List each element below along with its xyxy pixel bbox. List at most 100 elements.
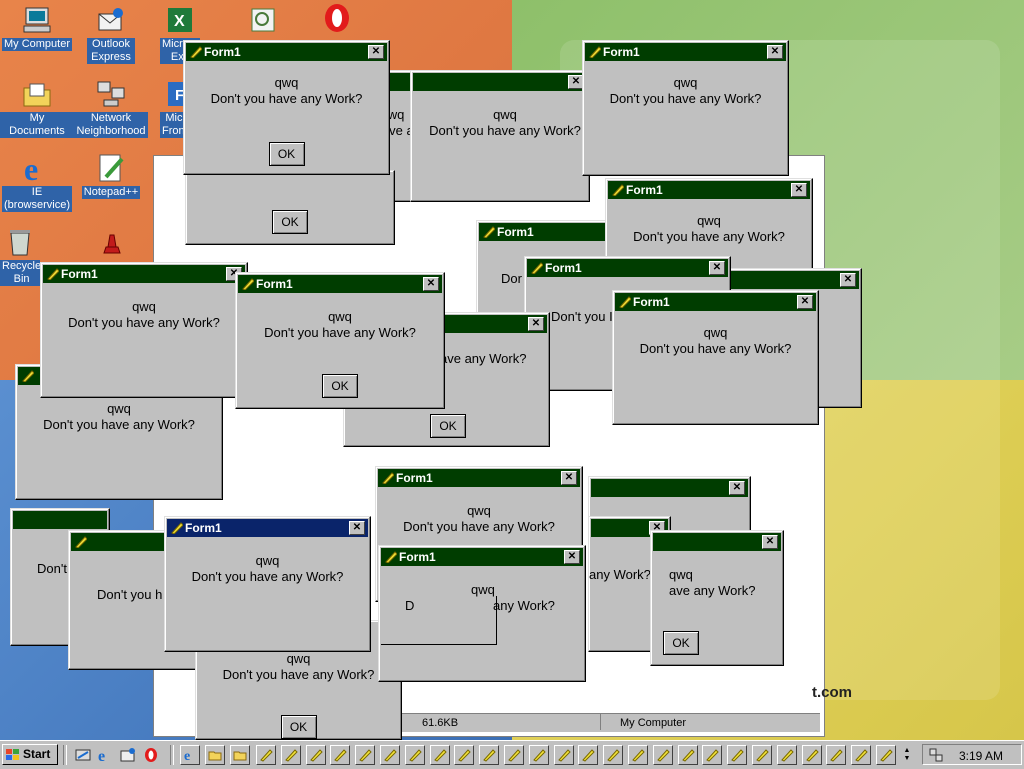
taskbar-button-form1[interactable] (776, 745, 797, 765)
close-icon[interactable]: ✕ (729, 481, 745, 495)
quicklaunch-ie-icon[interactable]: e (96, 746, 114, 764)
close-icon[interactable]: ✕ (423, 277, 439, 291)
taskbar-button-form1[interactable] (727, 745, 748, 765)
form1-dialog[interactable]: ✕ qwq ave any Work? OK (650, 530, 784, 666)
ok-button[interactable]: OK (272, 210, 308, 234)
dialog-message-fragment: ave any Work? (440, 351, 527, 366)
taskbar-button-form1[interactable] (305, 745, 326, 765)
dialog-title-bar[interactable]: Form1 ✕ (615, 293, 816, 311)
taskbar-button-ie[interactable]: e (180, 745, 200, 765)
close-icon[interactable]: ✕ (561, 471, 577, 485)
recycle-bin-icon (4, 226, 36, 258)
ok-button[interactable]: OK (430, 414, 466, 438)
taskbar-button-form1[interactable] (454, 745, 475, 765)
taskbar-button-form1[interactable] (504, 745, 524, 765)
taskbar-button-form1[interactable] (404, 745, 425, 765)
form1-dialog[interactable]: Form1 ✕ qwq Don't you have any Work? (612, 290, 819, 425)
desktop-icon-notepad-plus-plus[interactable]: Notepad++ (74, 152, 148, 199)
close-icon[interactable]: ✕ (791, 183, 807, 197)
ok-button[interactable]: OK (280, 715, 317, 739)
desktop-icon-network-neighborhood[interactable]: Network Neighborhood (74, 78, 148, 138)
form-pen-icon (607, 749, 620, 762)
dialog-title-bar[interactable]: Form1✕ (527, 259, 728, 277)
taskbar-scroll-arrows[interactable]: ▲ ▼ (900, 745, 914, 765)
taskbar-button-form1[interactable] (553, 745, 574, 765)
taskbar-button-form1[interactable] (429, 745, 450, 765)
taskbar-button-form1[interactable] (380, 745, 400, 765)
form1-dialog-active[interactable]: Form1 ✕ qwq Don't you have any Work? (164, 516, 371, 652)
close-icon[interactable]: ✕ (349, 521, 365, 535)
taskbar-button-form1[interactable] (677, 745, 698, 765)
desktop: My Computer Outlook Express X Microsoft … (0, 0, 1024, 740)
dialog-title-bar[interactable]: Form1✕ (381, 548, 583, 566)
dialog-title-bar[interactable]: Form1✕ (608, 181, 810, 199)
taskbar-button-form1[interactable] (528, 745, 549, 765)
taskbar-button-form1[interactable] (801, 745, 822, 765)
clock[interactable]: 3:19 AM (959, 749, 1003, 763)
form1-dialog[interactable]: Form1 ✕ qwq D any Work? (378, 545, 586, 682)
desktop-icon-recycle-bin[interactable]: Recycle Bin (0, 226, 40, 286)
close-icon[interactable]: ✕ (368, 45, 384, 59)
dialog-title-bar[interactable]: Form1✕ (378, 469, 580, 487)
quicklaunch-opera-icon[interactable] (142, 746, 160, 764)
network-tray-icon[interactable] (929, 748, 943, 762)
close-icon[interactable]: ✕ (797, 295, 813, 309)
taskbar-button-form1[interactable] (851, 745, 872, 765)
dialog-title-bar[interactable]: Form1 ✕ (186, 43, 387, 61)
dialog-title-bar[interactable]: Form1✕ (167, 519, 368, 537)
form-pen-icon (805, 749, 819, 762)
close-icon[interactable]: ✕ (762, 535, 778, 549)
taskbar-button-form1[interactable] (628, 745, 648, 765)
desktop-icon-opera[interactable] (300, 2, 374, 36)
close-icon[interactable]: ✕ (767, 45, 783, 59)
dialog-title-bar[interactable]: Form1 (479, 223, 613, 241)
dialog-title: Form1 (633, 295, 670, 309)
ok-button[interactable]: OK (322, 374, 358, 398)
dialog-title-bar[interactable]: ✕ (653, 533, 781, 551)
taskbar-button-form1[interactable] (479, 745, 500, 765)
form1-dialog[interactable]: ✕ qwq Don't you have any Work? (410, 70, 590, 202)
taskbar-button-folder[interactable] (230, 745, 250, 765)
form1-dialog[interactable]: OK (185, 170, 395, 245)
desktop-icon-my-computer[interactable]: My Computer (0, 4, 74, 51)
dialog-title-bar[interactable]: ✕ (591, 479, 748, 497)
dialog-message-fragment: any Work? (493, 598, 555, 613)
start-button[interactable]: Start (2, 744, 58, 765)
dialog-title-bar[interactable]: Form1✕ (238, 275, 442, 293)
taskbar-button-form1[interactable] (876, 745, 896, 765)
dialog-title-bar[interactable] (13, 511, 107, 529)
taskbar-button-form1[interactable] (752, 745, 772, 765)
form1-dialog[interactable]: Form1 ✕ qwq Don't you have any Work? (582, 40, 789, 176)
taskbar-button-form1[interactable] (330, 745, 351, 765)
desktop-icon-program[interactable] (226, 4, 300, 38)
taskbar-button-form1[interactable] (652, 745, 673, 765)
taskbar-button-form1[interactable] (702, 745, 723, 765)
desktop-icon-internet-explorer[interactable]: e IE (browservice) (0, 152, 74, 212)
close-icon[interactable]: ✕ (564, 550, 580, 564)
taskbar-button-form1[interactable] (280, 745, 301, 765)
dialog-title-bar[interactable]: Form1✕ (43, 265, 245, 283)
dialog-title-bar[interactable]: Form1✕ (585, 43, 786, 61)
taskbar-button-form1[interactable] (355, 745, 376, 765)
desktop-icon-outlook-express[interactable]: Outlook Express (74, 4, 148, 64)
desktop-icon-my-documents[interactable]: My Documents (0, 78, 74, 138)
ok-button[interactable]: OK (663, 631, 699, 655)
dialog-message-fragment: Don't you I (551, 309, 613, 324)
form1-dialog[interactable]: Form1 ✕ qwqDon't you have any Work? OK (183, 40, 390, 175)
taskbar-button-form1[interactable] (256, 745, 276, 765)
close-icon[interactable]: ✕ (709, 261, 725, 275)
taskbar-button-folder[interactable] (205, 745, 225, 765)
dialog-title-bar[interactable]: ✕ (413, 73, 587, 91)
taskbar-button-form1[interactable] (826, 745, 847, 765)
quicklaunch-show-desktop-icon[interactable] (74, 746, 92, 764)
dialog-title: Form1 (204, 45, 241, 59)
form1-dialog[interactable]: Form1 ✕ qwqDon't you have any Work? OK (235, 272, 445, 409)
close-icon[interactable]: ✕ (840, 273, 856, 287)
taskbar-button-form1[interactable] (578, 745, 599, 765)
quicklaunch-outlook-icon[interactable] (119, 746, 137, 764)
ok-button[interactable]: OK (268, 142, 305, 166)
desktop-icon-chess[interactable] (74, 226, 148, 260)
taskbar-button-form1[interactable] (603, 745, 624, 765)
close-icon[interactable]: ✕ (528, 317, 544, 331)
form1-dialog[interactable]: Form1 ✕ qwq Don't you have any Work? (40, 262, 248, 398)
